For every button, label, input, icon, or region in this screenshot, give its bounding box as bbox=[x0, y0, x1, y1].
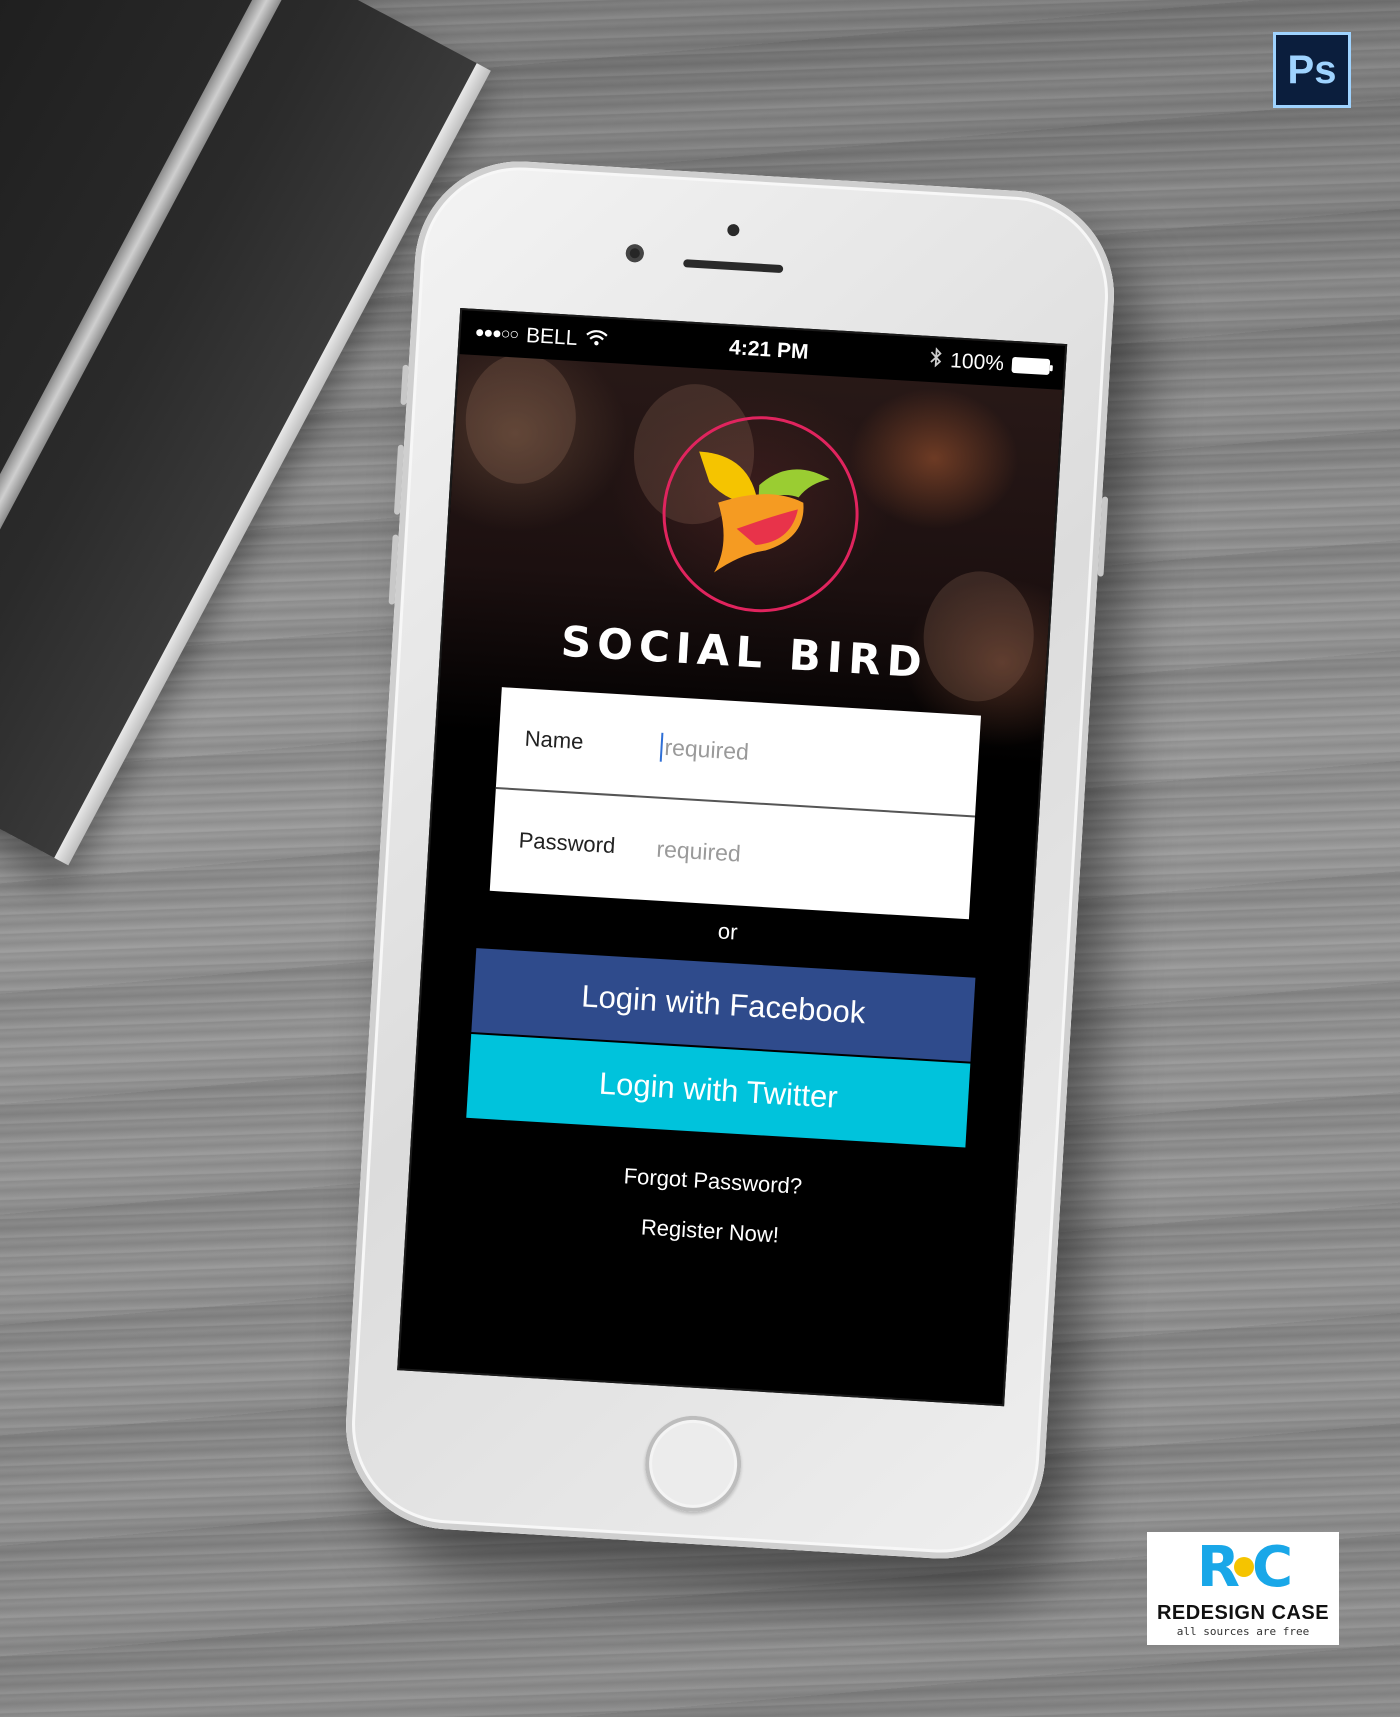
password-label: Password bbox=[518, 827, 616, 859]
bird-logo-icon bbox=[699, 451, 830, 573]
name-input[interactable] bbox=[659, 732, 967, 780]
register-link[interactable]: Register Now! bbox=[408, 1201, 1012, 1263]
rc-logo-letter-r: R bbox=[1196, 1535, 1240, 1600]
signal-strength: ●●●○○ bbox=[474, 323, 519, 344]
rc-title: REDESIGN CASE bbox=[1156, 1602, 1330, 1624]
battery-icon bbox=[1011, 356, 1051, 376]
forgot-password-link[interactable]: Forgot Password? bbox=[411, 1151, 1015, 1213]
rc-logo-dot bbox=[1234, 1556, 1254, 1577]
rc-logo-mark: RC bbox=[1147, 1540, 1339, 1596]
wifi-icon bbox=[585, 328, 608, 353]
name-label: Name bbox=[524, 725, 585, 755]
password-input[interactable] bbox=[653, 834, 959, 882]
rc-subtitle: all sources are free bbox=[1176, 1625, 1310, 1638]
carrier-name: BELL bbox=[525, 324, 579, 351]
rc-logo-letter-c: C bbox=[1252, 1535, 1293, 1600]
login-form: Name Password bbox=[489, 687, 982, 920]
photoshop-icon: Ps bbox=[1273, 32, 1351, 108]
hero-figure-left bbox=[462, 350, 580, 487]
phone-screen: ●●●○○ BELL 4:21 PM 100% SOCIAL BIRD Name… bbox=[397, 308, 1068, 1407]
battery-percent: 100% bbox=[949, 349, 1005, 376]
phone: ●●●○○ BELL 4:21 PM 100% SOCIAL BIRD Name… bbox=[339, 155, 1121, 1565]
status-time: 4:21 PM bbox=[728, 336, 810, 364]
redesign-case-logo: RC REDESIGN CASE all sources are free bbox=[1147, 1532, 1339, 1645]
bluetooth-icon bbox=[930, 347, 944, 374]
